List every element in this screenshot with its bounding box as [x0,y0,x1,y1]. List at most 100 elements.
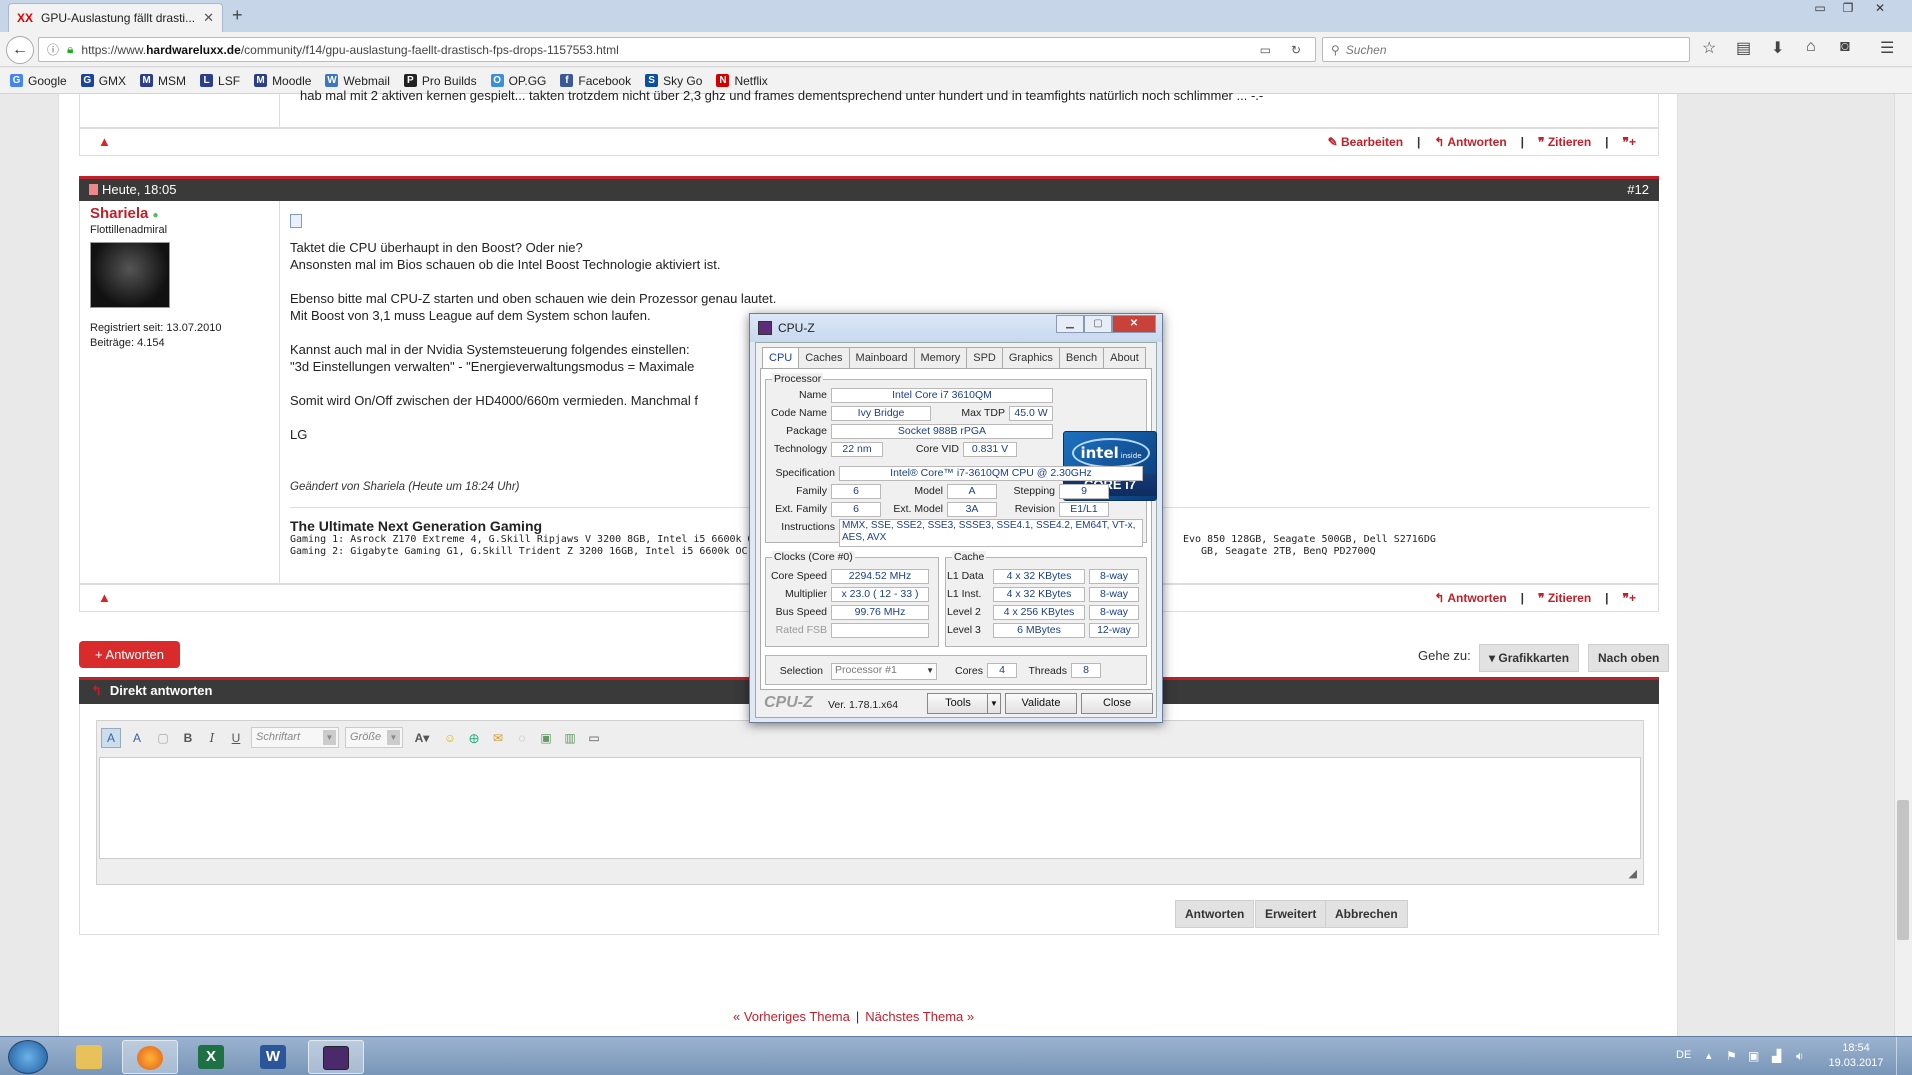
display-tray-icon[interactable]: ▣ [1748,1049,1759,1063]
download-icon[interactable]: ⬇ [1771,38,1784,58]
browser-tab[interactable]: XX GPU-Auslastung fällt drasti... ✕ [8,3,223,32]
action-center-flag-icon[interactable]: ⚑ [1726,1049,1737,1063]
cpuz-tab-bench[interactable]: Bench [1058,347,1105,368]
unlink-icon[interactable]: ◌ [513,731,531,745]
multiquote-icon[interactable]: ❞+ [1623,135,1636,149]
taskbar-excel[interactable]: X [184,1040,240,1074]
pocket-icon[interactable]: ◙ [1840,38,1850,56]
previous-thread-link[interactable]: « Vorheriges Thema [733,1009,850,1024]
cpuz-tab-memory[interactable]: Memory [913,347,968,368]
multiquote-icon[interactable]: ❞+ [1623,591,1636,605]
start-button[interactable] [8,1040,48,1074]
library-icon[interactable]: ▤ [1736,38,1751,58]
validate-button[interactable]: Validate [1005,693,1077,714]
post-number[interactable]: #12 [1627,182,1649,197]
back-to-top-button[interactable]: Nach oben [1588,644,1670,672]
avatar[interactable] [90,242,170,308]
cpuz-tab-graphics[interactable]: Graphics [1001,347,1060,368]
reply-button[interactable]: ↰ Antworten [1434,135,1506,149]
bookmark-item[interactable]: f Facebook [560,74,631,88]
paste-icon[interactable]: ▢ [153,731,173,745]
image-icon[interactable]: ▣ [537,731,555,745]
smiley-icon[interactable]: ☺ [441,731,459,745]
search-box[interactable]: ⚲ Suchen [1322,37,1690,62]
volume-icon[interactable]: 🔉︎ [1796,1049,1804,1064]
bookmark-item[interactable]: G Google [10,74,67,88]
new-reply-button[interactable]: + Antworten [79,641,181,668]
cpuz-tab-spd[interactable]: SPD [966,347,1003,368]
bold-icon[interactable]: B [179,731,197,745]
underline-icon[interactable]: U [227,731,245,745]
reload-icon[interactable]: ↻ [1291,43,1301,57]
tools-button[interactable]: Tools [927,693,989,714]
cpuz-maximize-button[interactable]: ▢ [1084,315,1112,333]
bookmark-item[interactable]: M Moodle [254,74,311,88]
quote-button[interactable]: ❞ Zitieren [1538,591,1591,605]
close-tab-icon[interactable]: ✕ [203,10,214,26]
tools-dropdown-icon[interactable]: ▼ [987,693,1001,714]
taskbar-firefox[interactable] [122,1040,178,1074]
bookmark-item[interactable]: O OP.GG [490,74,546,88]
show-desktop-button[interactable] [1896,1037,1912,1075]
report-icon[interactable]: ▲ [98,134,111,149]
bookmark-item[interactable]: P Pro Builds [403,74,477,88]
taskbar-cpuz[interactable] [308,1040,364,1074]
back-button[interactable]: ← [6,36,34,64]
cpuz-tab-about[interactable]: About [1103,347,1146,368]
url-bar[interactable]: ⓘ 🔒︎ https://www. hardwareluxx.de/communi… [38,37,1316,62]
bookmark-item[interactable]: M MSM [140,74,186,88]
excel-icon: X [198,1045,224,1069]
language-indicator[interactable]: DE [1676,1049,1691,1061]
bookmark-item[interactable]: L LSF [200,74,240,88]
italic-icon[interactable]: I [203,731,221,745]
scrollbar-thumb[interactable] [1897,800,1909,940]
cpuz-close-button[interactable]: ✕ [1112,315,1156,333]
video-icon[interactable]: ▥ [561,731,579,745]
bookmark-item[interactable]: W Webmail [325,74,390,88]
taskbar-word[interactable]: W [246,1040,302,1074]
cpuz-close-dialog-button[interactable]: Close [1081,693,1153,714]
close-window-button[interactable]: ✕ [1866,0,1894,18]
advanced-reply-button[interactable]: Erweitert [1255,900,1327,928]
goto-forum-button[interactable]: ▾ Grafikkarten [1479,644,1580,672]
reader-view-icon[interactable]: ▭ [1260,43,1271,57]
menu-icon[interactable]: ☰ [1880,38,1894,58]
bookmark-item[interactable]: N Netflix [716,74,768,88]
wysiwyg-toggle-icon[interactable]: A [101,727,121,748]
cpuz-tab-cpu[interactable]: CPU [762,347,800,368]
email-icon[interactable]: ✉ [489,731,507,745]
cpuz-tab-mainboard[interactable]: Mainboard [848,347,915,368]
resize-handle-icon[interactable]: ◢ [1629,867,1637,880]
new-tab-button[interactable]: + [232,5,243,26]
processor-select[interactable]: Processor #1 ▼ [831,663,937,680]
bookmark-item[interactable]: G GMX [80,74,126,88]
bookmark-item[interactable]: S Sky Go [645,74,702,88]
cpuz-tab-caches[interactable]: Caches [798,347,850,368]
link-icon[interactable]: 🜨 [465,725,483,750]
cancel-reply-button[interactable]: Abbrechen [1325,900,1408,928]
report-icon[interactable]: ▲ [98,590,111,605]
network-icon[interactable]: ▟ [1772,1049,1781,1063]
next-thread-link[interactable]: Nächstes Thema » [865,1009,974,1024]
font-select[interactable]: Schriftart ▼ [251,727,339,748]
minimize-window-button[interactable]: ▭ [1806,0,1834,18]
quote-button[interactable]: ❞ Zitieren [1538,135,1591,149]
info-icon[interactable]: ⓘ [47,41,59,58]
reply-textarea[interactable] [99,757,1641,859]
reply-button[interactable]: ↰ Antworten [1434,591,1506,605]
maximize-window-button[interactable]: ❐ [1834,0,1862,18]
text-color-icon[interactable]: A▾ [409,731,435,745]
taskbar-explorer[interactable] [62,1040,118,1074]
submit-reply-button[interactable]: Antworten [1175,900,1255,928]
clock[interactable]: 18:54 19.03.2017 [1826,1041,1886,1071]
cpuz-window[interactable]: CPU-Z ▁ ▢ ✕ CPU Caches Mainboard Memory SPD G… [749,313,1163,723]
show-hidden-icons-icon[interactable]: ▴ [1706,1049,1712,1062]
remove-format-icon[interactable]: A [127,731,147,745]
cpuz-minimize-button[interactable]: ▁ [1056,315,1084,333]
size-select[interactable]: Größe ▼ [345,727,403,748]
quote-icon[interactable]: ▭ [585,731,603,745]
bookmark-star-icon[interactable]: ☆ [1702,38,1716,58]
edit-button[interactable]: ✎ Bearbeiten [1328,135,1403,149]
home-icon[interactable]: ⌂ [1806,38,1816,56]
author-name[interactable]: Shariela ● [90,205,221,222]
